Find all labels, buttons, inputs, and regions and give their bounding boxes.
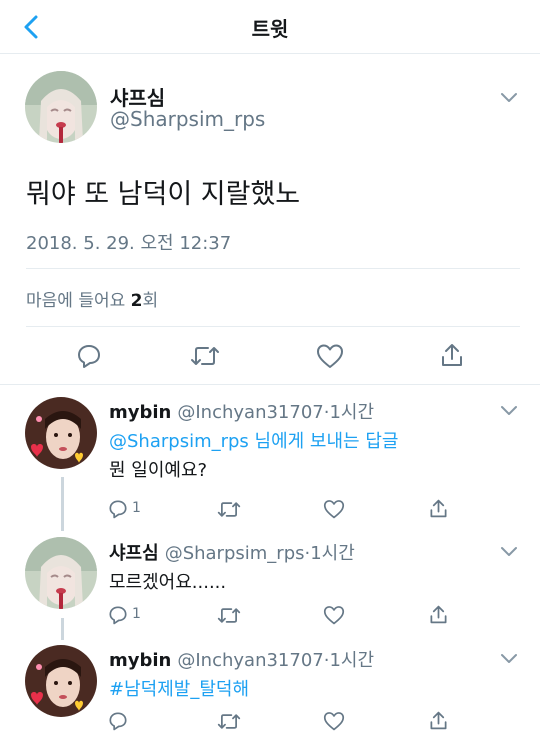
reply-count: 1 [132,500,141,516]
avatar[interactable] [25,537,97,609]
retweet-icon[interactable] [190,344,220,368]
like-icon[interactable] [316,343,344,369]
like-icon[interactable] [323,499,345,519]
reply-header[interactable]: mybin @Inchyan31707·1시간 [109,398,374,424]
reply-author-name[interactable]: mybin [109,402,171,423]
divider [26,326,520,327]
replying-to: @Sharpsim_rps 님에게 보내는 답글 [109,427,398,453]
reply-icon[interactable] [108,711,128,731]
divider [0,384,540,385]
author-handle[interactable]: @Sharpsim_rps [110,107,265,131]
thread-line [61,618,64,640]
likes-label: 마음에 들어요 [26,291,131,311]
reply-header[interactable]: mybin @Inchyan31707·1시간 [109,646,374,672]
reply-time: ·1시간 [323,402,375,423]
chevron-down-icon[interactable] [500,652,518,664]
reply-author-name[interactable]: 샤프심 [109,543,159,564]
like-icon[interactable] [323,711,345,731]
retweet-icon[interactable] [217,712,241,731]
reply-author-handle[interactable]: @Inchyan31707 [177,650,323,671]
reply-icon[interactable] [76,343,102,369]
chevron-down-icon[interactable] [500,91,518,103]
reply-author-name[interactable]: mybin [109,650,171,671]
share-icon[interactable] [429,604,448,625]
hashtag-link[interactable]: #남덕제발_탈덕해 [109,675,249,701]
tweet-text: 뭐야 또 남덕이 지랄했노 [26,179,301,210]
reply-header[interactable]: 샤프심 @Sharpsim_rps·1시간 [109,539,355,565]
reply-author-handle[interactable]: @Sharpsim_rps [165,543,305,564]
avatar[interactable] [25,397,97,469]
avatar[interactable] [25,71,97,143]
chevron-down-icon[interactable] [500,404,518,416]
avatar[interactable] [25,645,97,717]
share-icon[interactable] [429,498,448,519]
likes-number: 2 [130,291,143,311]
tweet-timestamp: 2018. 5. 29. 오전 12:37 [26,233,232,254]
divider [26,268,520,269]
like-icon[interactable] [323,605,345,625]
likes-count[interactable]: 마음에 들어요 2회 [26,286,158,311]
reply-icon[interactable] [108,499,128,519]
mention-link[interactable]: @Sharpsim_rps [109,431,249,452]
share-icon[interactable] [440,342,464,368]
share-icon[interactable] [429,710,448,731]
retweet-icon[interactable] [217,606,241,625]
reply-text: 모르겠어요...... [109,572,227,593]
likes-unit: 회 [142,291,159,311]
chevron-down-icon[interactable] [500,545,518,557]
replying-to-label: 님에게 보내는 답글 [248,431,399,452]
retweet-icon[interactable] [217,500,241,519]
thread-line [61,477,64,531]
top-bar: 트윗 [0,0,540,54]
reply-time: ·1시간 [323,650,375,671]
page-title: 트윗 [251,17,289,41]
reply-icon[interactable] [108,605,128,625]
reply-text: 뭔 일이예요? [109,460,208,481]
reply-time: ·1시간 [304,543,355,564]
reply-count: 1 [132,606,141,622]
reply-author-handle[interactable]: @Inchyan31707 [177,402,323,423]
